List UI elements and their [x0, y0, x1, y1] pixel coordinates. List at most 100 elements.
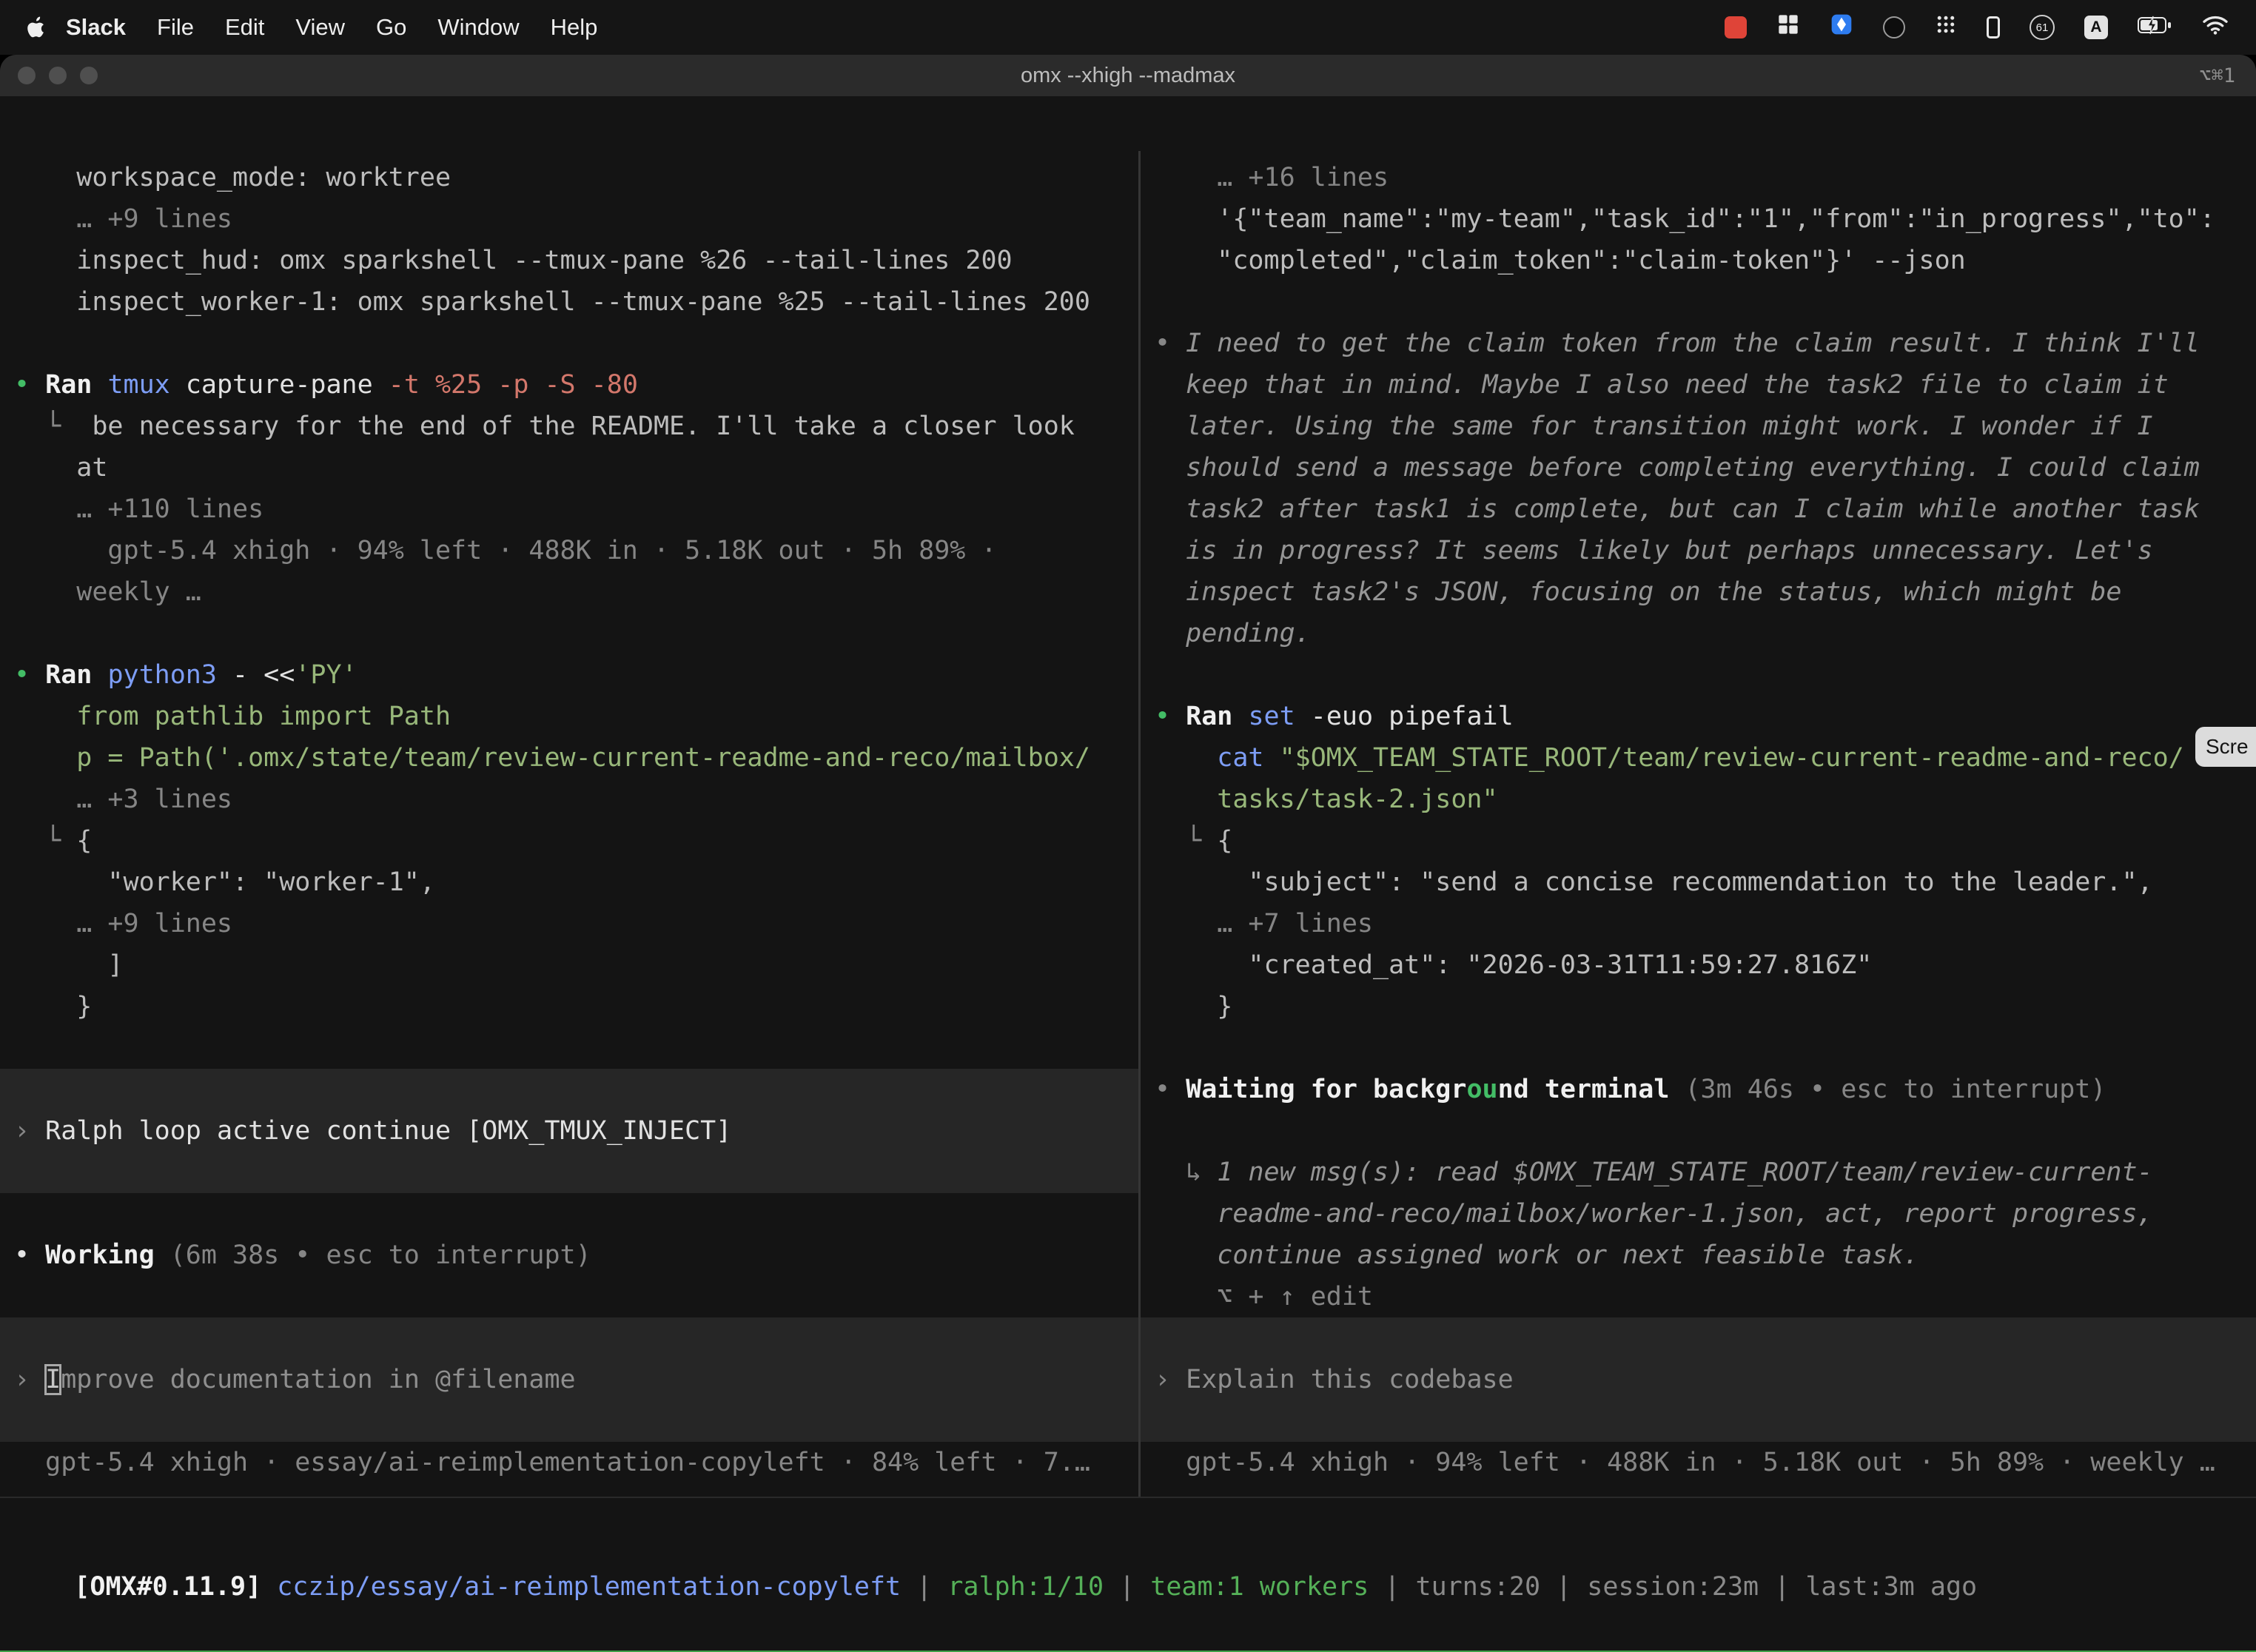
menu-item-view[interactable]: View	[280, 14, 360, 41]
terminal-window: omx --xhigh --madmax ⌥⌘1 workspace_mode:…	[0, 55, 2256, 1652]
separator: |	[1540, 1572, 1587, 1602]
terminal-line: … +16 lines	[1141, 157, 2256, 198]
close-button[interactable]	[18, 67, 36, 84]
panes-bottom-rule	[0, 1497, 2256, 1498]
zoom-button[interactable]	[80, 67, 98, 84]
terminal-line: … +9 lines	[0, 903, 1138, 944]
terminal-line: └ {	[1141, 820, 2256, 862]
terminal-line: }	[0, 986, 1138, 1027]
phone-icon[interactable]	[1987, 16, 2000, 38]
terminal-line: gpt-5.4 xhigh · essay/ai-reimplementatio…	[0, 1442, 1138, 1483]
a-app-icon[interactable]: A	[2084, 16, 2108, 39]
terminal-line	[0, 613, 1138, 654]
terminal-line	[1141, 1110, 2256, 1152]
terminal-line: tasks/task-2.json"	[1141, 779, 2256, 820]
omx-team-workers: team:1 workers	[1150, 1572, 1369, 1602]
menu-app-name[interactable]: Slack	[50, 14, 141, 41]
omx-last-activity: last:3m ago	[1805, 1572, 1977, 1602]
terminal-line: "subject": "send a concise recommendatio…	[1141, 862, 2256, 903]
left-pane[interactable]: workspace_mode: worktree … +9 lines insp…	[0, 151, 1138, 1497]
terminal-line: "completed","claim_token":"claim-token"}…	[1141, 240, 2256, 281]
menu-item-edit[interactable]: Edit	[209, 14, 280, 41]
menu-item-file[interactable]: File	[141, 14, 209, 41]
terminal-line: is in progress? It seems likely but perh…	[1141, 530, 2256, 571]
terminal-line	[0, 1193, 1138, 1235]
terminal-line: p = Path('.omx/state/team/review-current…	[0, 737, 1138, 779]
screen-overlay[interactable]: Scre	[2195, 727, 2256, 767]
a-app-label: A	[2090, 19, 2101, 36]
apple-logo-icon[interactable]	[27, 16, 46, 38]
terminal-line: • Ran set -euo pipefail	[1141, 696, 2256, 737]
terminal-line: weekly …	[0, 571, 1138, 613]
traffic-lights	[18, 55, 98, 96]
blue-app-icon[interactable]	[1830, 13, 1853, 42]
omx-session-path: cczip/essay/ai-reimplementation-copyleft	[277, 1572, 901, 1602]
circle-app-icon[interactable]	[1883, 16, 1905, 38]
terminal-line: from pathlib import Path	[0, 696, 1138, 737]
terminal-line: • Ran tmux capture-pane -t %25 -p -S -80	[0, 364, 1138, 406]
terminal-line: cat "$OMX_TEAM_STATE_ROOT/team/review-cu…	[1141, 737, 2256, 779]
terminal-line: └ be necessary for the end of the README…	[0, 406, 1138, 447]
record-stop-icon[interactable]	[1725, 16, 1747, 38]
terminal-line: … +110 lines	[0, 488, 1138, 530]
prompt-input-line[interactable]: › Explain this codebase	[1141, 1359, 2256, 1400]
terminal-line	[1141, 1400, 2256, 1442]
terminal-line: pending.	[1141, 613, 2256, 654]
terminal-line: "created_at": "2026-03-31T11:59:27.816Z"	[1141, 944, 2256, 986]
menu-item-go[interactable]: Go	[360, 14, 422, 41]
dots-grid-icon[interactable]	[1935, 13, 1957, 41]
terminal-line	[1141, 1027, 2256, 1069]
terminal-line: › Ralph loop active continue [OMX_TMUX_I…	[0, 1110, 1138, 1152]
terminal-line	[1141, 281, 2256, 323]
grid-icon[interactable]	[1776, 13, 1800, 42]
terminal-line: • Waiting for background terminal (3m 46…	[1141, 1069, 2256, 1110]
terminal-line: gpt-5.4 xhigh · 94% left · 488K in · 5.1…	[1141, 1442, 2256, 1483]
terminal-line: └ {	[0, 820, 1138, 862]
prompt-input-line[interactable]: › Improve documentation in @filename	[0, 1359, 1138, 1400]
terminal-line: workspace_mode: worktree	[0, 157, 1138, 198]
menu-item-window[interactable]: Window	[422, 14, 534, 41]
terminal-line: }	[1141, 986, 2256, 1027]
omx-status-line: [OMX#0.11.9] cczip/essay/ai-reimplementa…	[0, 1525, 2256, 1566]
terminal-line: inspect_worker-1: omx sparkshell --tmux-…	[0, 281, 1138, 323]
terminal-line	[0, 1152, 1138, 1193]
terminal-line: at	[0, 447, 1138, 488]
menu-item-help[interactable]: Help	[535, 14, 614, 41]
omx-version: [OMX#0.11.9]	[74, 1572, 277, 1602]
battery-percent-icon[interactable]: 61	[2030, 15, 2055, 40]
terminal-line: should send a message before completing …	[1141, 447, 2256, 488]
omx-turns: turns:20	[1416, 1572, 1541, 1602]
omx-ralph-counter: ralph:1/10	[947, 1572, 1104, 1602]
terminal-line: • Ran python3 - <<'PY'	[0, 654, 1138, 696]
terminal-line	[0, 1317, 1138, 1359]
terminal-line	[0, 1069, 1138, 1110]
separator: |	[1759, 1572, 1805, 1602]
minimize-button[interactable]	[49, 67, 67, 84]
window-shortcut-hint: ⌥⌘1	[2199, 64, 2235, 87]
terminal-line: "worker": "worker-1",	[0, 862, 1138, 903]
screen-overlay-label: Scre	[2206, 735, 2249, 759]
terminal-line	[1141, 1317, 2256, 1359]
right-pane[interactable]: … +16 lines '{"team_name":"my-team","tas…	[1141, 151, 2256, 1497]
separator: |	[1104, 1572, 1150, 1602]
terminal-line: ↳ 1 new msg(s): read $OMX_TEAM_STATE_ROO…	[1141, 1152, 2256, 1193]
terminal-line: • I need to get the claim token from the…	[1141, 323, 2256, 364]
separator: |	[901, 1572, 947, 1602]
terminal-line: inspect task2's JSON, focusing on the st…	[1141, 571, 2256, 613]
menu-bar: Slack File Edit View Go Window Help 61 A	[0, 0, 2256, 55]
terminal-line	[1141, 654, 2256, 696]
terminal-line: readme-and-reco/mailbox/worker-1.json, a…	[1141, 1193, 2256, 1235]
battery-charging-icon[interactable]	[2138, 14, 2172, 41]
window-title-bar[interactable]: omx --xhigh --madmax ⌥⌘1	[0, 55, 2256, 96]
terminal-line: … +3 lines	[0, 779, 1138, 820]
terminal-line: task2 after task1 is complete, but can I…	[1141, 488, 2256, 530]
window-title: omx --xhigh --madmax	[1021, 64, 1235, 88]
terminal-line: ⌥ + ↑ edit	[1141, 1276, 2256, 1317]
terminal-line	[0, 1276, 1138, 1317]
wifi-icon[interactable]	[2201, 13, 2229, 41]
terminal-line	[0, 1027, 1138, 1069]
menu-bar-status-icons: 61 A	[1725, 13, 2229, 42]
battery-percent-value: 61	[2036, 21, 2049, 34]
terminal-line: keep that in mind. Maybe I also need the…	[1141, 364, 2256, 406]
terminal-line: gpt-5.4 xhigh · 94% left · 488K in · 5.1…	[0, 530, 1138, 571]
